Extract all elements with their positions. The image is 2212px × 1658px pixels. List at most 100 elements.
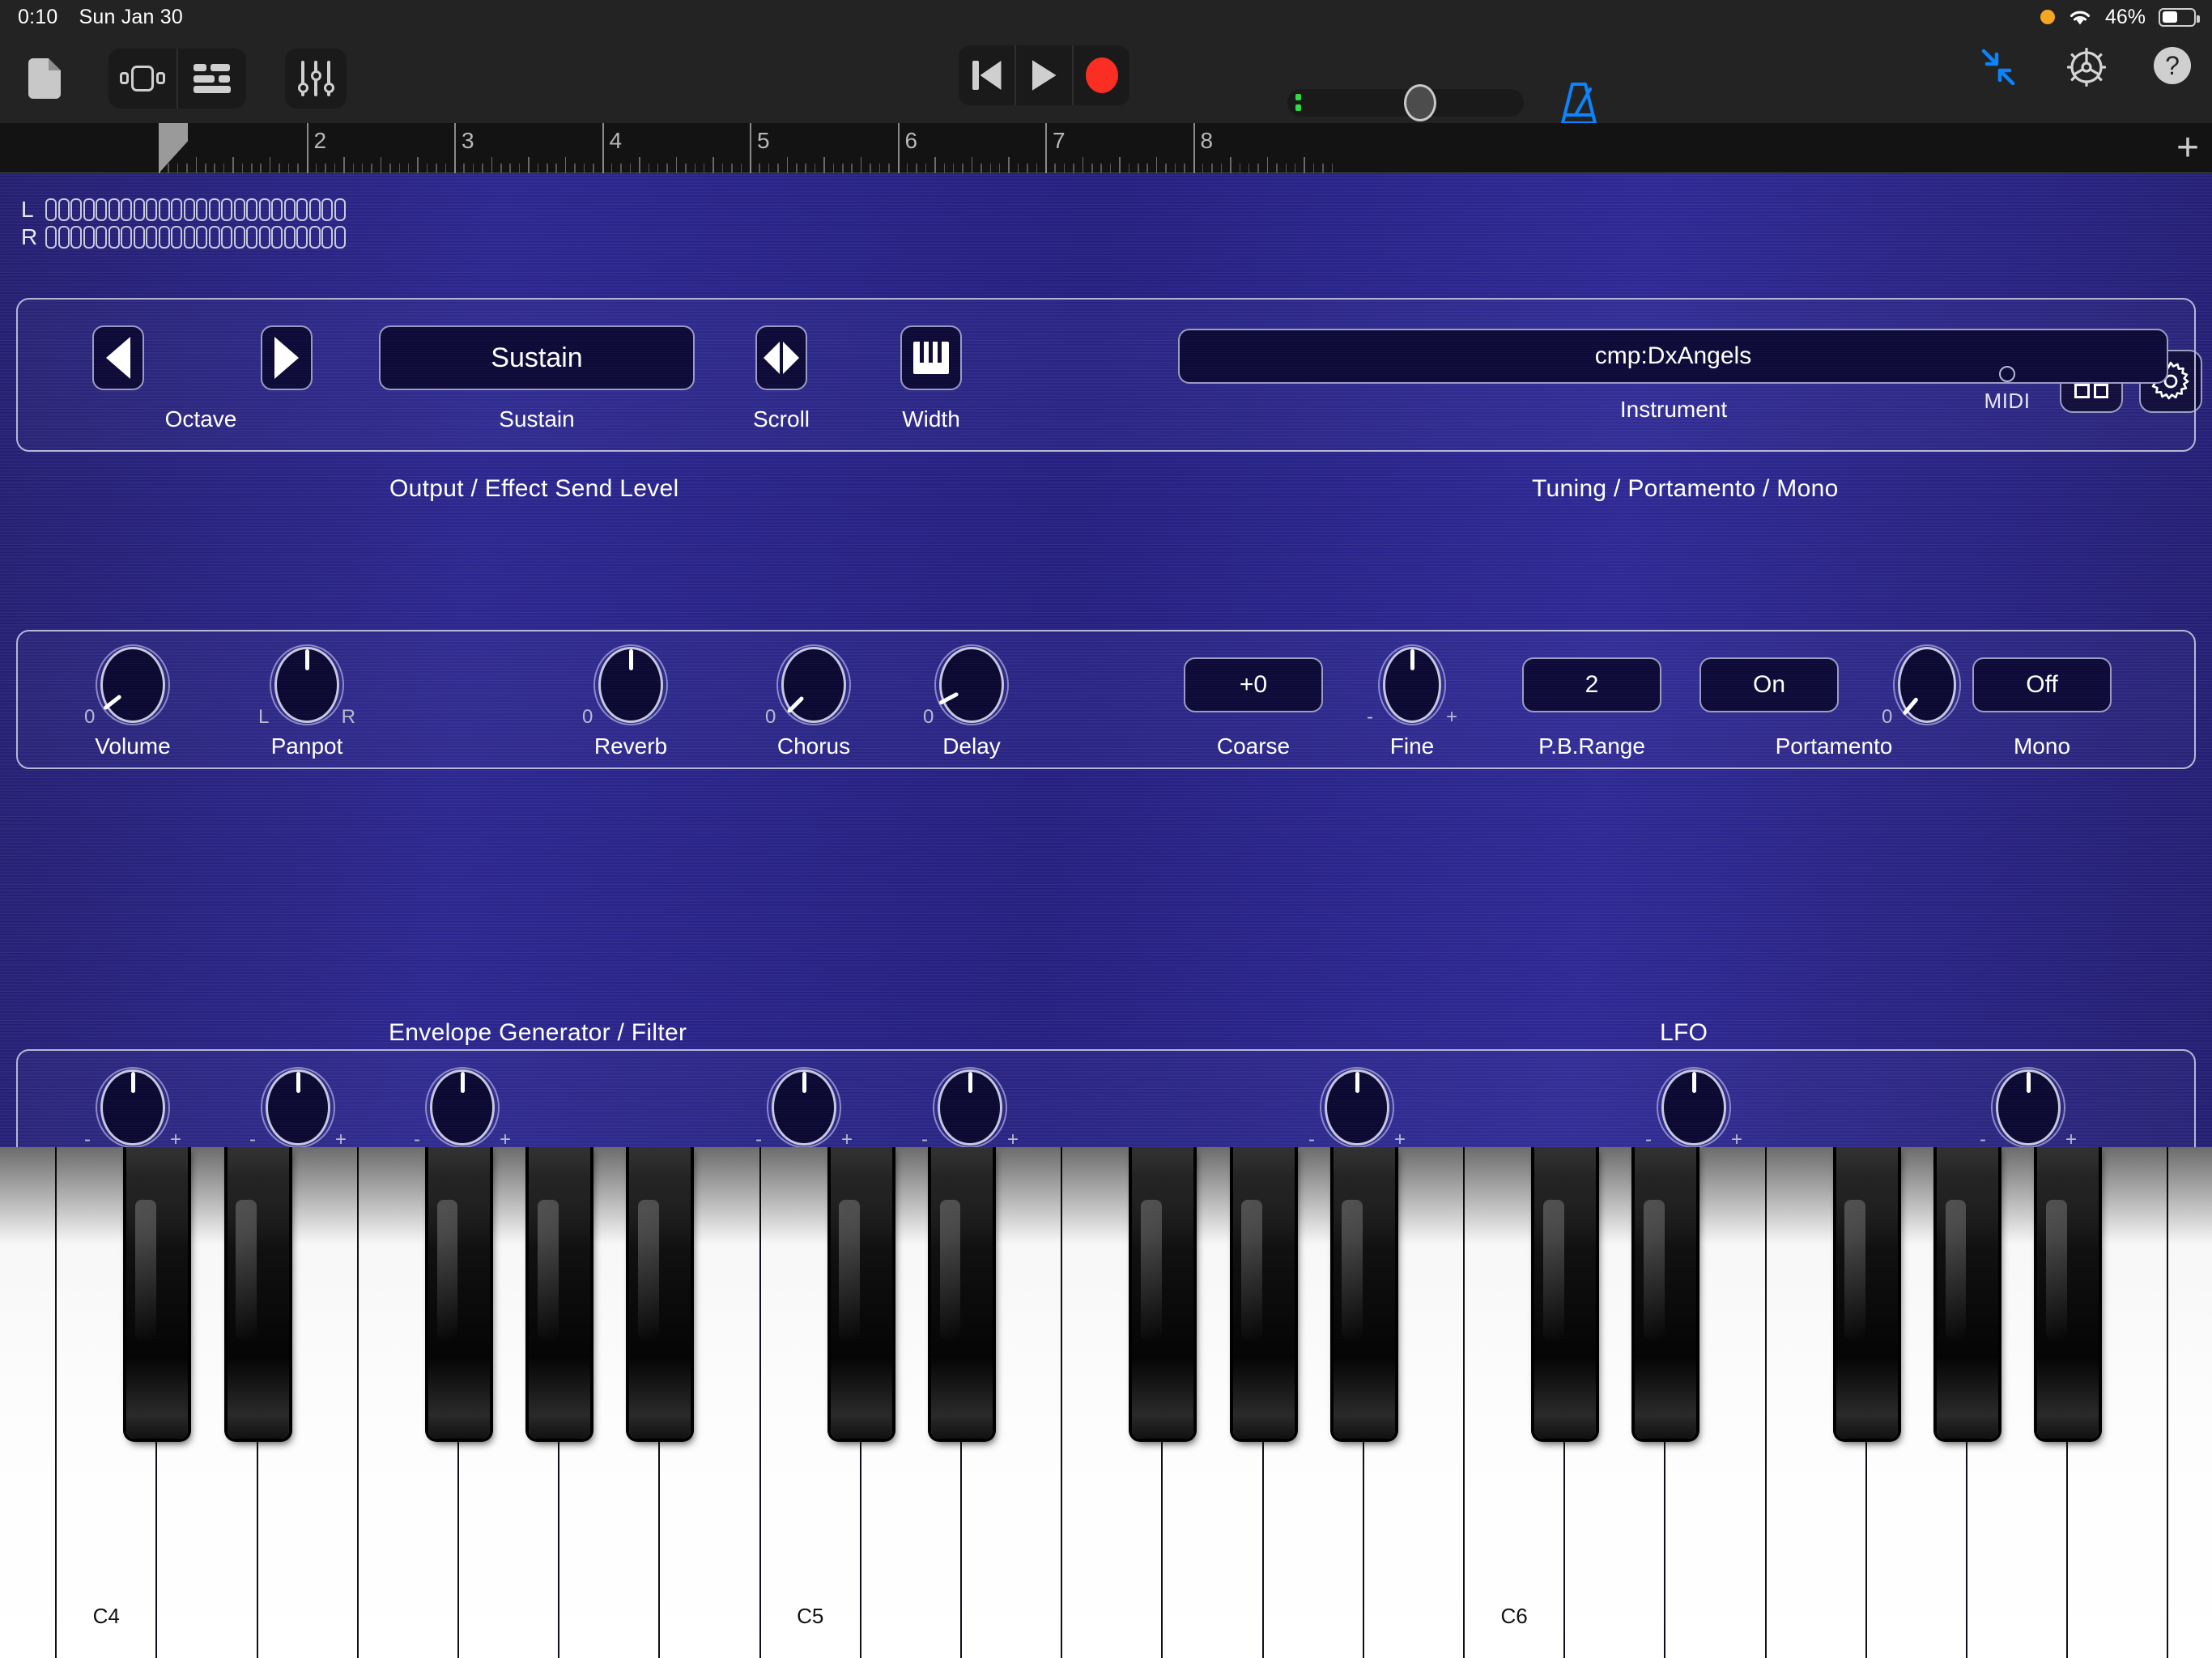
ruler-tick	[777, 164, 779, 173]
meter-segment	[96, 226, 107, 249]
ruler-tick	[998, 164, 1001, 173]
sustain-button[interactable]: Sustain	[379, 325, 695, 390]
button-mono-value[interactable]: Off	[1972, 657, 2112, 712]
black-key[interactable]	[931, 1147, 993, 1439]
scroll-button[interactable]	[755, 325, 807, 390]
button-coarse-value[interactable]: +0	[1184, 657, 1323, 712]
button-portamento-value[interactable]: On	[1699, 657, 1839, 712]
black-key[interactable]	[126, 1147, 189, 1439]
toolbar-right: ?	[1977, 45, 2191, 87]
mixer-button[interactable]	[285, 49, 347, 108]
white-key[interactable]	[2168, 1147, 2212, 1658]
white-key[interactable]	[0, 1147, 57, 1658]
control-volume: 0 Volume	[84, 644, 171, 759]
tracks-view-button[interactable]	[108, 49, 177, 108]
record-button[interactable]	[1074, 45, 1129, 105]
knob-body	[939, 647, 1004, 723]
black-key[interactable]	[2037, 1147, 2099, 1439]
knob-vib-delay[interactable]: - +	[1980, 1067, 2077, 1150]
knob-portamento[interactable]: 0	[1882, 644, 1961, 728]
black-key[interactable]	[529, 1147, 591, 1439]
button-p-b-range-value[interactable]: 2	[1522, 657, 1661, 712]
knob-vib-rate[interactable]: - +	[1308, 1067, 1406, 1150]
knob-decay[interactable]: - +	[249, 1067, 347, 1150]
knob-delay[interactable]: 0	[923, 644, 1009, 728]
ruler-tick	[1276, 164, 1278, 173]
help-button[interactable]: ?	[2154, 47, 2191, 84]
timeline-ruler[interactable]: 12345678 +	[0, 123, 2212, 173]
ruler-tick	[1322, 164, 1324, 173]
black-key[interactable]	[1635, 1147, 1697, 1439]
ruler-tick	[888, 164, 890, 173]
master-volume-slider[interactable]	[1287, 84, 1524, 121]
playhead[interactable]	[159, 123, 188, 173]
knob-chorus[interactable]: 0	[765, 644, 851, 728]
ruler-tick	[371, 164, 372, 173]
meter-segment	[133, 226, 145, 249]
black-key[interactable]	[1836, 1147, 1898, 1439]
settings-button[interactable]	[2065, 45, 2106, 87]
piano-keyboard[interactable]: C4 C5 C6	[0, 1147, 2212, 1658]
ruler-tick	[279, 164, 280, 173]
black-key[interactable]	[1232, 1147, 1295, 1439]
metronome-icon	[1561, 83, 1597, 125]
meter-segment	[321, 226, 333, 249]
ruler-tick	[685, 164, 687, 173]
label-mono: Mono	[2013, 733, 2071, 759]
ruler-tick	[620, 164, 622, 173]
meter-segment	[258, 198, 270, 221]
knob-reverb[interactable]: 0	[582, 644, 668, 728]
metronome-button[interactable]	[1555, 79, 1603, 130]
knob-vib-depth[interactable]: - +	[1645, 1067, 1742, 1150]
level-meter-right: R	[21, 223, 347, 251]
label-panpot: Panpot	[270, 733, 343, 759]
transport-controls[interactable]	[959, 45, 1129, 105]
knob-panpot[interactable]: LR	[258, 644, 355, 728]
black-key[interactable]	[1333, 1147, 1395, 1439]
black-key[interactable]	[1937, 1147, 1998, 1439]
meter-segment	[96, 198, 107, 221]
ruler-tick	[223, 164, 225, 173]
knob-fine[interactable]: - +	[1367, 644, 1457, 728]
black-key[interactable]	[830, 1147, 892, 1439]
black-key[interactable]	[227, 1147, 289, 1439]
control-attack: -+Attack	[84, 1067, 181, 1184]
collapse-button[interactable]	[1977, 46, 2016, 86]
octave-down-button[interactable]	[92, 325, 144, 390]
knob-pointer	[296, 1072, 300, 1093]
ruler-tick	[426, 164, 428, 173]
ruler-tick	[1211, 164, 1213, 173]
add-section-button[interactable]: +	[2176, 129, 2199, 168]
ruler-tick	[657, 164, 659, 173]
slider-thumb[interactable]	[1404, 84, 1436, 121]
document-button[interactable]	[15, 49, 74, 108]
ruler-bar-number: 8	[1200, 128, 1214, 153]
ruler-bar-line	[1193, 123, 1195, 173]
rewind-button[interactable]	[959, 45, 1015, 105]
width-button[interactable]	[900, 325, 962, 390]
control-delay: 0 Delay	[923, 644, 1009, 759]
ruler-tick	[1174, 164, 1176, 173]
control-cutoff: -+Cutoff	[755, 1067, 853, 1184]
black-key[interactable]	[1534, 1147, 1597, 1439]
black-key[interactable]	[428, 1147, 490, 1439]
chevron-right-icon	[274, 337, 299, 379]
knob-release[interactable]: - +	[414, 1067, 511, 1150]
octave-up-button[interactable]	[261, 325, 313, 390]
knob-q[interactable]: - +	[921, 1067, 1019, 1150]
ruler-tick	[934, 157, 936, 173]
ruler-tick	[1109, 164, 1112, 173]
black-key[interactable]	[629, 1147, 691, 1439]
ruler-tick	[491, 157, 493, 173]
knob-cutoff[interactable]: - +	[755, 1067, 853, 1150]
view-toggle-group[interactable]	[108, 49, 246, 108]
play-button[interactable]	[1016, 45, 1072, 105]
knob-attack[interactable]: - +	[84, 1067, 181, 1150]
list-view-button[interactable]	[178, 49, 246, 108]
level-meters: L R	[21, 196, 347, 251]
knob-volume[interactable]: 0	[84, 644, 170, 728]
ruler-tick	[906, 164, 908, 173]
meter-segment	[334, 198, 346, 221]
black-key[interactable]	[1132, 1147, 1194, 1439]
midi-label: MIDI	[1984, 389, 2031, 413]
